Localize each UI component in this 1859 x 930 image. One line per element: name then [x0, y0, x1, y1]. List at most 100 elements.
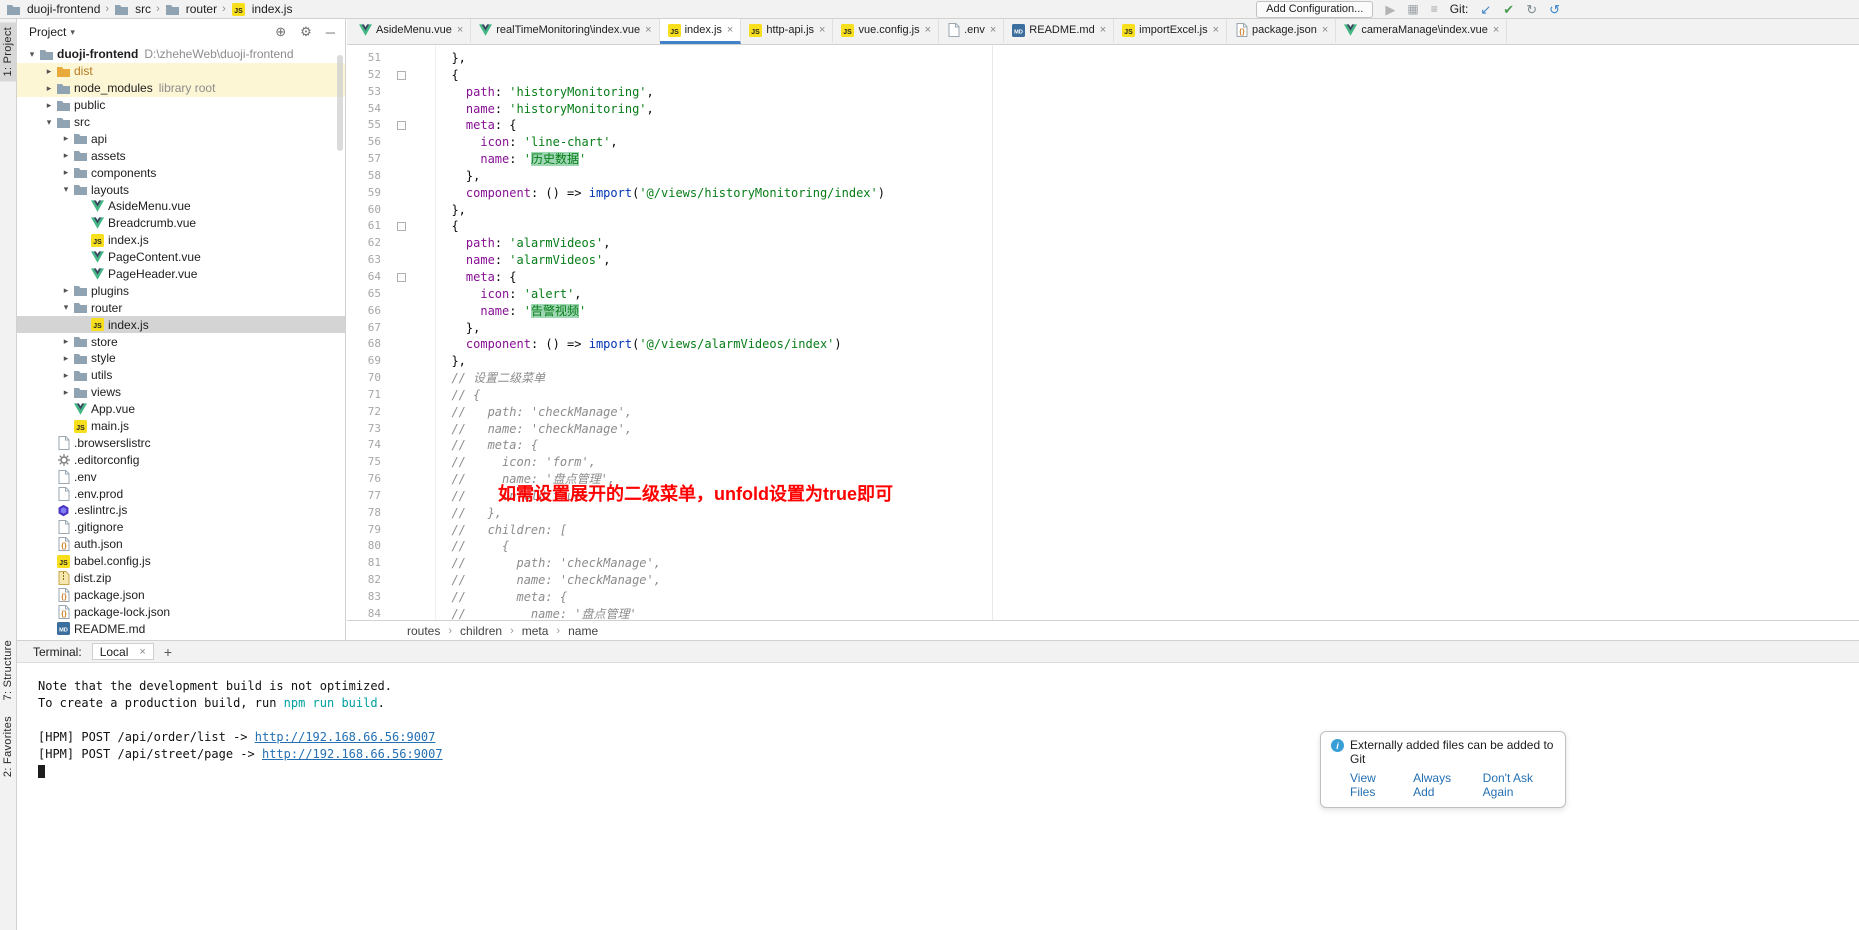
chevron-right-icon[interactable]: ▸ — [42, 83, 56, 94]
tree-item[interactable]: ▸dist — [17, 63, 345, 80]
breadcrumb-item[interactable]: meta — [522, 624, 549, 638]
tree-item[interactable]: JSindex.js — [17, 316, 345, 333]
git-update-icon[interactable]: ↙ — [1480, 3, 1491, 16]
add-configuration-button[interactable]: Add Configuration... — [1256, 1, 1373, 18]
tree-item[interactable]: .browserslistrc — [17, 434, 345, 451]
tree-item[interactable]: ▸public — [17, 97, 345, 114]
close-icon[interactable]: × — [727, 24, 733, 36]
editor-tab[interactable]: JShttp-api.js× — [741, 19, 833, 44]
chevron-right-icon[interactable]: ▸ — [42, 100, 56, 111]
tree-item[interactable]: ▸utils — [17, 367, 345, 384]
breadcrumb-item[interactable]: children — [460, 624, 502, 638]
tree-item[interactable]: ▾src — [17, 114, 345, 131]
close-icon[interactable]: × — [645, 24, 651, 36]
git-history-icon[interactable]: ↻ — [1526, 3, 1537, 16]
new-terminal-button[interactable]: + — [164, 644, 172, 660]
fold-icon[interactable] — [397, 273, 406, 282]
close-icon[interactable]: × — [1213, 24, 1219, 36]
close-icon[interactable]: × — [925, 24, 931, 36]
tree-item[interactable]: JSmain.js — [17, 418, 345, 435]
editor-tab[interactable]: JSindex.js× — [660, 19, 742, 44]
close-icon[interactable]: × — [457, 24, 463, 36]
tree-item[interactable]: dist.zip — [17, 570, 345, 587]
tree-item[interactable]: AsideMenu.vue — [17, 198, 345, 215]
editor-tab[interactable]: realTimeMonitoring\index.vue× — [471, 19, 659, 44]
tree-item[interactable]: PageHeader.vue — [17, 266, 345, 283]
breadcrumb-item[interactable]: JSindex.js — [231, 2, 293, 16]
chevron-down-icon[interactable]: ▾ — [42, 117, 56, 128]
editor-tab[interactable]: .env× — [939, 19, 1004, 44]
close-icon[interactable]: × — [819, 24, 825, 36]
tree-item[interactable]: {}package-lock.json — [17, 603, 345, 620]
fold-icon[interactable] — [397, 71, 406, 80]
chevron-right-icon[interactable]: ▸ — [59, 133, 73, 144]
tree-item[interactable]: PageContent.vue — [17, 249, 345, 266]
tree-item[interactable]: ▾layouts — [17, 181, 345, 198]
chevron-right-icon[interactable]: ▸ — [59, 353, 73, 364]
close-icon[interactable]: × — [139, 646, 145, 658]
chevron-right-icon[interactable]: ▸ — [59, 387, 73, 398]
editor-tab[interactable]: cameraManage\index.vue× — [1336, 19, 1507, 44]
breadcrumb-item[interactable]: routes — [407, 624, 440, 638]
close-icon[interactable]: × — [1493, 24, 1499, 36]
tool-window-favorites[interactable]: 2: Favorites — [0, 711, 17, 782]
breadcrumb-item[interactable]: name — [568, 624, 598, 638]
hide-panel-icon[interactable]: ─ — [326, 25, 335, 40]
tree-item[interactable]: ▸store — [17, 333, 345, 350]
tree-item[interactable]: Breadcrumb.vue — [17, 215, 345, 232]
tree-item[interactable]: ▸plugins — [17, 282, 345, 299]
editor-tab[interactable]: JSvue.config.js× — [833, 19, 939, 44]
chevron-down-icon[interactable]: ▾ — [59, 302, 73, 313]
chevron-right-icon[interactable]: ▸ — [59, 370, 73, 381]
locate-file-icon[interactable]: ⊕ — [275, 24, 286, 40]
terminal-tab-local[interactable]: Local × — [92, 643, 154, 660]
project-view-selector[interactable]: Project ▾ — [29, 25, 75, 39]
tree-item[interactable]: ▸style — [17, 350, 345, 367]
notification-action[interactable]: Always Add — [1413, 771, 1467, 799]
code-editor[interactable]: 51 },52 {53 path: 'historyMonitoring',54… — [347, 45, 1859, 620]
tree-item[interactable]: ▾duoji-frontendD:\zheheWeb\duoji-fronten… — [17, 46, 345, 63]
editor-tab[interactable]: JSimportExcel.js× — [1114, 19, 1227, 44]
run-configurations-icon[interactable]: ≡ — [1431, 3, 1438, 15]
chevron-down-icon[interactable]: ▾ — [59, 184, 73, 195]
tree-item[interactable]: JSindex.js — [17, 232, 345, 249]
breadcrumb-item[interactable]: src — [114, 2, 151, 16]
terminal-output[interactable]: Note that the development build is not o… — [17, 663, 1859, 780]
close-icon[interactable]: × — [990, 24, 996, 36]
breadcrumb-item[interactable]: router — [165, 2, 217, 16]
notification-action[interactable]: View Files — [1350, 771, 1397, 799]
tree-item[interactable]: {}package.json — [17, 587, 345, 604]
tree-item[interactable]: App.vue — [17, 401, 345, 418]
editor-tab[interactable]: {}package.json× — [1227, 19, 1336, 44]
build-icon[interactable]: ▦ — [1407, 3, 1418, 15]
tree-item[interactable]: ▸views — [17, 384, 345, 401]
tool-window-structure[interactable]: 7: Structure — [0, 635, 17, 705]
tree-item[interactable]: .gitignore — [17, 519, 345, 536]
chevron-right-icon[interactable]: ▸ — [59, 285, 73, 296]
tree-item[interactable]: JSbabel.config.js — [17, 553, 345, 570]
breadcrumb-item[interactable]: duoji-frontend — [6, 2, 100, 16]
chevron-right-icon[interactable]: ▸ — [42, 66, 56, 77]
tree-item[interactable]: MDREADME.md — [17, 620, 345, 637]
notification-action[interactable]: Don't Ask Again — [1483, 771, 1555, 799]
tree-item[interactable]: ▸api — [17, 130, 345, 147]
tree-item[interactable]: ▸node_moduleslibrary root — [17, 80, 345, 97]
tool-window-project[interactable]: 1: Project — [0, 22, 17, 81]
tree-item[interactable]: .eslintrc.js — [17, 502, 345, 519]
tree-item[interactable]: .editorconfig — [17, 451, 345, 468]
fold-icon[interactable] — [397, 222, 406, 231]
project-scrollbar[interactable] — [337, 55, 343, 151]
tree-item[interactable]: .env.prod — [17, 485, 345, 502]
chevron-down-icon[interactable]: ▾ — [25, 49, 39, 60]
terminal-link[interactable]: http://192.168.66.56:9007 — [255, 730, 436, 744]
chevron-right-icon[interactable]: ▸ — [59, 336, 73, 347]
git-commit-icon[interactable]: ✔ — [1503, 3, 1514, 16]
tree-item[interactable]: .env — [17, 468, 345, 485]
tree-item[interactable]: ▸assets — [17, 147, 345, 164]
tree-item[interactable]: ▸components — [17, 164, 345, 181]
terminal-link[interactable]: http://192.168.66.56:9007 — [262, 747, 443, 761]
tree-item[interactable]: ▾router — [17, 299, 345, 316]
fold-icon[interactable] — [397, 121, 406, 130]
editor-tab[interactable]: AsideMenu.vue× — [351, 19, 471, 44]
chevron-right-icon[interactable]: ▸ — [59, 167, 73, 178]
